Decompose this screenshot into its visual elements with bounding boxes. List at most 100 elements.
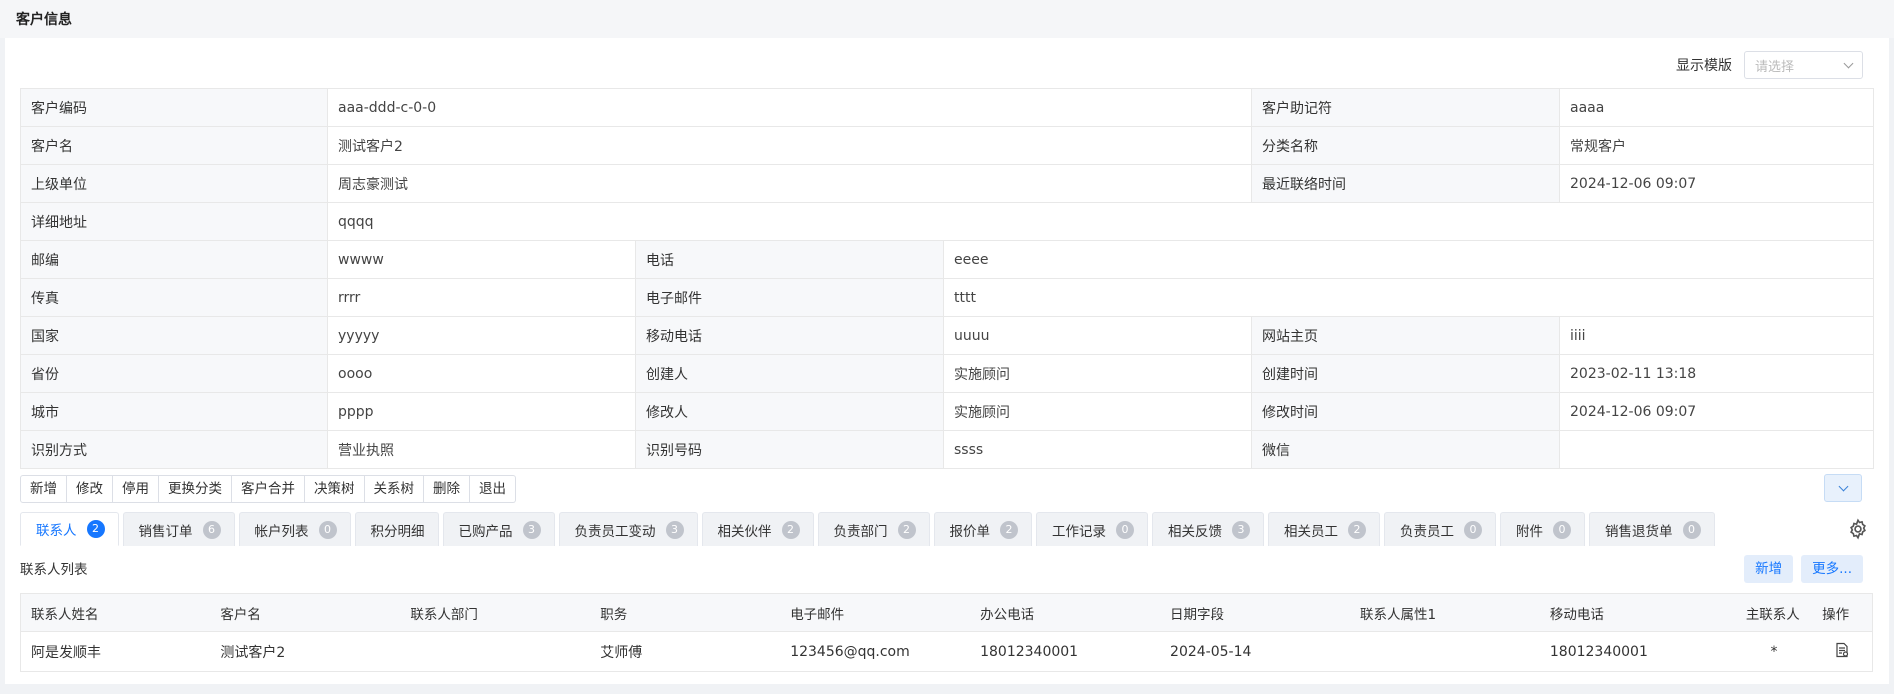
info-label: 传真 [20,278,328,317]
collapse-button[interactable] [1824,474,1862,502]
column-header[interactable]: 操作 [1812,593,1874,632]
action-button[interactable]: 修改 [67,475,113,503]
tab-label: 相关伙伴 [717,523,772,540]
column-header[interactable]: 客户名 [210,593,401,632]
tab-label: 负责员工变动 [574,523,656,540]
info-row: 客户名 测试客户2 分类名称 常规客户 [20,126,1875,165]
tab-item[interactable]: 销售退货单 0 [1589,512,1715,546]
info-value: 营业执照 [327,430,636,469]
tab-label: 联系人 [36,523,77,539]
column-header[interactable]: 职务 [590,593,781,632]
tab-count-badge: 0 [1682,520,1701,539]
info-label: 上级单位 [20,164,328,203]
info-label: 邮编 [20,240,328,279]
chevron-down-icon [1843,58,1854,68]
info-row: 城市 pppp 修改人 实施顾问 修改时间 2024-12-06 09:07 [20,392,1875,431]
tab-item[interactable]: 积分明细 [354,512,439,546]
contacts-buttons: 新增 更多... [1744,555,1863,583]
table-cell: 18012340001 [1539,631,1736,672]
info-value: rrrr [327,278,636,317]
tab-count-badge: 2 [1000,520,1018,539]
info-label: 移动电话 [635,316,944,355]
chevron-down-icon [1838,481,1848,491]
info-row: 邮编 wwww 电话 eeee [20,240,1875,279]
column-header[interactable]: 移动电话 [1539,593,1736,632]
info-value: wwww [327,240,636,279]
info-value: pppp [327,392,636,431]
tab-count-badge: 3 [665,520,684,539]
info-label: 网站主页 [1251,316,1561,355]
info-row: 客户编码 aaa-ddd-c-0-0 客户助记符 aaaa [20,88,1875,127]
tab-label: 工作记录 [1052,523,1106,540]
table-row[interactable]: 阿是发顺丰 测试客户2 艾师傅 123456@qq.com 18012340001 202… [20,631,1874,672]
action-button[interactable]: 客户合并 [232,475,305,503]
tab-item[interactable]: 工作记录 0 [1036,512,1148,546]
detail-tabs: 联系人 2 销售订单 6 帐户列表 0 积分明细 已购产品 3 负责员工变动 3 相关伙伴 2 负责部门 2… [20,512,1840,546]
tab-label: 相关反馈 [1168,523,1222,540]
tab-item[interactable]: 负责员工 0 [1384,512,1496,546]
template-selector-row: 显示模版 请选择 [1676,51,1863,79]
column-header[interactable]: 办公电话 [970,593,1161,632]
info-label: 客户编码 [20,88,328,127]
info-label: 城市 [20,392,328,431]
column-header[interactable]: 联系人姓名 [20,593,211,632]
tab-item[interactable]: 联系人 2 [20,512,119,546]
column-header[interactable]: 联系人属性1 [1349,593,1540,632]
column-header[interactable]: 主联系人 [1735,593,1813,632]
table-cell: 艾师傅 [590,631,781,672]
column-header[interactable]: 日期字段 [1160,593,1350,632]
add-contact-button[interactable]: 新增 [1744,555,1794,583]
action-button[interactable]: 更换分类 [159,475,232,503]
table-cell [1812,631,1874,672]
table-cell: * [1735,631,1813,672]
action-button[interactable]: 新增 [20,475,67,503]
tab-label: 报价单 [949,523,991,540]
info-row: 上级单位 周志豪测试 最近联络时间 2024-12-06 09:07 [20,164,1875,203]
info-label: 国家 [20,316,328,355]
tab-item[interactable]: 已购产品 3 [442,512,555,546]
info-value [1559,430,1875,469]
info-value: 周志豪测试 [326,164,1253,203]
info-label: 识别号码 [635,430,944,469]
customer-info-table: 客户编码 aaa-ddd-c-0-0 客户助记符 aaaa 客户名 测试客户2 分类名称 常规… [20,88,1875,469]
info-value: oooo [327,354,636,393]
gear-icon[interactable] [1847,518,1869,540]
document-icon[interactable] [1834,642,1850,658]
tab-item[interactable]: 报价单 2 [933,512,1032,546]
action-button[interactable]: 决策树 [305,475,365,503]
info-label: 详细地址 [20,202,328,241]
tab-item[interactable]: 销售订单 6 [122,512,235,546]
tab-item[interactable]: 相关伙伴 2 [701,512,814,546]
tab-item[interactable]: 相关反馈 3 [1152,512,1264,546]
info-value: 实施顾问 [942,354,1253,393]
table-cell: 2024-05-14 [1160,631,1350,672]
info-value: iiii [1559,316,1875,355]
action-button[interactable]: 停用 [113,475,159,503]
info-value: 2023-02-11 13:18 [1559,354,1875,393]
tab-label: 负责员工 [1400,523,1454,540]
tab-label: 附件 [1516,523,1543,540]
action-button[interactable]: 删除 [424,475,470,503]
action-button[interactable]: 关系树 [364,475,424,503]
tab-item[interactable]: 负责员工变动 3 [558,512,698,546]
more-button[interactable]: 更多... [1801,555,1863,583]
customer-info-card: 显示模版 请选择 客户编码 aaa-ddd-c-0-0 客户助记符 aaaa 客户名 测试… [5,38,1889,684]
table-cell [400,631,591,672]
tab-count-badge: 0 [318,520,337,539]
template-placeholder: 请选择 [1755,59,1795,75]
info-row: 详细地址 qqqq [20,202,1875,241]
tab-item[interactable]: 相关员工 2 [1268,512,1380,546]
column-header[interactable]: 联系人部门 [400,593,591,632]
action-button[interactable]: 退出 [470,475,516,503]
tab-item[interactable]: 帐户列表 0 [238,512,351,546]
table-cell[interactable]: 测试客户2 [210,631,401,672]
template-select[interactable]: 请选择 [1744,51,1863,79]
tab-item[interactable]: 负责部门 2 [817,512,930,546]
info-value: yyyyy [327,316,636,355]
table-cell[interactable]: 阿是发顺丰 [20,631,211,672]
info-label: 修改时间 [1251,392,1561,431]
tab-item[interactable]: 附件 0 [1500,512,1585,546]
tab-count-badge: 3 [522,520,541,539]
column-header[interactable]: 电子邮件 [780,593,971,632]
page-title: 客户信息 [0,0,1894,38]
